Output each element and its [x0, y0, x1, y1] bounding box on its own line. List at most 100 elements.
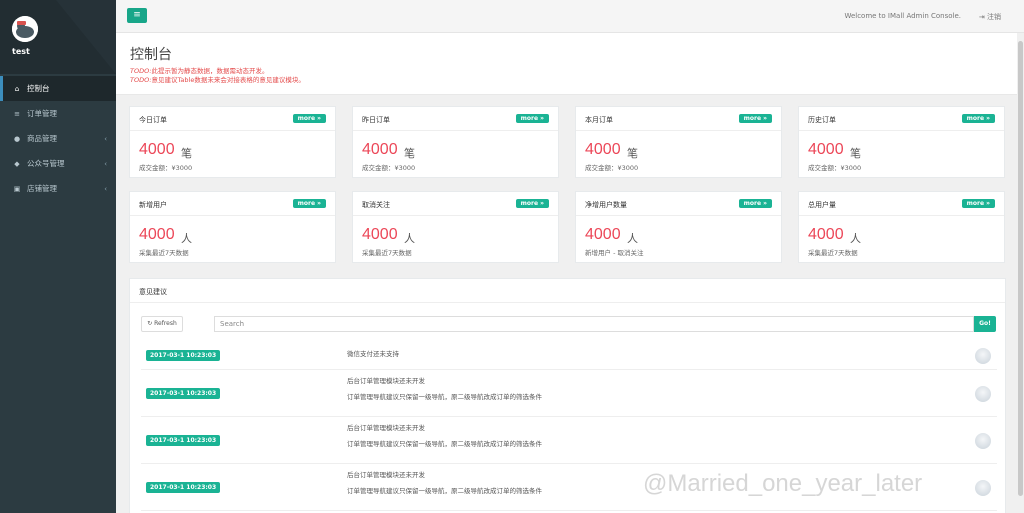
stat-subtext: 成交金额：¥3000 [362, 164, 416, 172]
stat-card-header: 昨日订单 more » [353, 107, 558, 131]
stat-value: 4000 [585, 226, 621, 243]
feedback-row[interactable]: 2017-03-1 10:23:03 后台订单管理模块还未开发订单管理导航建议只保… [141, 370, 997, 417]
stat-card: 今日订单 more » 4000 笔成交金额：¥3000 [129, 106, 336, 178]
page-header: 控制台 TODO:此提示暂为静态数据，数据需动态开发。 TODO:意见建议Tab… [116, 33, 1024, 95]
sidebar-item[interactable]: ⌂ 控制台 [0, 76, 116, 101]
feedback-title: 意见建议 [139, 288, 167, 296]
sidebar-item[interactable]: ● 商品管理 ‹ [0, 126, 116, 151]
avatar[interactable] [12, 16, 38, 42]
stat-unit: 人 [850, 232, 861, 245]
welcome-text: Welcome to IMall Admin Console. [844, 12, 961, 20]
stat-card-header: 本月订单 more » [576, 107, 781, 131]
date-badge: 2017-03-1 10:23:03 [146, 388, 221, 399]
sidebar-item[interactable]: ≡ 订单管理 [0, 101, 116, 126]
refresh-button[interactable]: ↻ Refresh [141, 316, 183, 332]
goods-icon: ● [13, 134, 21, 143]
stat-value: 4000 [139, 141, 175, 158]
user-avatar[interactable] [975, 433, 991, 449]
feedback-header: 意见建议 [130, 279, 1005, 303]
home-icon: ⌂ [14, 84, 20, 93]
stat-value: 4000 [362, 141, 398, 158]
feedback-title-line: 微信支付还未支持 [347, 350, 399, 358]
stat-value: 4000 [139, 226, 175, 243]
sidebar-menu: ⌂ 控制台 ≡ 订单管理 ● 商品管理 ‹ ◆ 公众号管理 ‹ ▣ 店铺管理 ‹ [0, 76, 116, 201]
date-badge: 2017-03-1 10:23:03 [146, 482, 221, 493]
more-button[interactable]: more » [515, 114, 549, 123]
chevron-left-icon: ‹ [104, 159, 107, 168]
more-button[interactable]: more » [961, 114, 995, 123]
more-button[interactable]: more » [738, 114, 772, 123]
date-badge: 2017-03-1 10:23:03 [146, 350, 221, 361]
feedback-message: 后台订单管理模块还未开发订单管理导航建议只保留一级导航，原二级导航改成订单的筛选… [347, 420, 542, 452]
stat-unit: 人 [404, 232, 415, 245]
stat-unit: 笔 [404, 147, 415, 160]
stat-value: 4000 [808, 141, 844, 158]
sidebar-header: test [0, 0, 116, 74]
more-button[interactable]: more » [292, 114, 326, 123]
feedback-message: 后台订单管理模块还未开发订单管理导航建议只保留一级导航，原二级导航改成订单的筛选… [347, 373, 542, 405]
feedback-row[interactable]: 2017-03-1 10:23:03 后台订单管理模块还未开发订单管理导航建议只保… [141, 417, 997, 464]
date-badge: 2017-03-1 10:23:03 [146, 435, 221, 446]
more-button[interactable]: more » [292, 199, 326, 208]
stat-card: 新增用户 more » 4000 人采集最近7天数据 [129, 191, 336, 263]
more-button[interactable]: more » [738, 199, 772, 208]
feedback-detail-line: 订单管理导航建议只保留一级导航，原二级导航改成订单的筛选条件 [347, 440, 542, 448]
feedback-message: 后台订单管理模块还未开发 订单管理导航建议只保留一级导航，原二级导航改成订单的筛选… [347, 467, 542, 499]
go-button[interactable]: Go! [974, 316, 996, 332]
stat-value: 4000 [585, 141, 621, 158]
stat-unit: 人 [627, 232, 638, 245]
stat-subtext: 采集最近7天数据 [808, 249, 858, 257]
logout-label: 注销 [987, 13, 1001, 21]
stat-card: 昨日订单 more » 4000 笔成交金额：¥3000 [352, 106, 559, 178]
feedback-title-line: 后台订单管理模块还未开发 [347, 471, 425, 479]
sidebar-item[interactable]: ▣ 店铺管理 ‹ [0, 176, 116, 201]
stat-value: 4000 [362, 226, 398, 243]
stat-card-header: 总用户量 more » [799, 192, 1004, 216]
stat-value: 4000 [808, 226, 844, 243]
watermark: @Married_one_year_later [643, 470, 923, 497]
page-scrollbar[interactable] [1017, 33, 1024, 513]
more-button[interactable]: more » [961, 199, 995, 208]
todo-note-2: TODO:意见建议Table数据未来会对接表格的意见建议模块。 [130, 76, 305, 84]
stat-card-title: 本月订单 [585, 116, 613, 124]
user-avatar[interactable] [975, 386, 991, 402]
stat-unit: 笔 [181, 147, 192, 160]
stat-card: 本月订单 more » 4000 笔成交金额：¥3000 [575, 106, 782, 178]
user-avatar[interactable] [975, 348, 991, 364]
more-button[interactable]: more » [515, 199, 549, 208]
wechat-icon: ◆ [14, 159, 20, 168]
sidebar-item-label: 订单管理 [27, 109, 57, 118]
stat-subtext: 采集最近7天数据 [139, 249, 189, 257]
feedback-title-line: 后台订单管理模块还未开发 [347, 424, 425, 432]
logout-icon: ⇥ [978, 13, 985, 21]
page-title: 控制台 [130, 47, 172, 63]
search-input[interactable]: Search [214, 316, 974, 332]
stat-subtext: 成交金额：¥3000 [808, 164, 862, 172]
stat-card-title: 新增用户 [139, 201, 167, 209]
stat-card-title: 历史订单 [808, 116, 836, 124]
sidebar-item-label: 店铺管理 [27, 184, 57, 193]
refresh-icon: ↻ [147, 320, 153, 327]
feedback-message: 微信支付还未支持 [347, 346, 399, 362]
stat-card: 总用户量 more » 4000 人采集最近7天数据 [798, 191, 1005, 263]
logout-link[interactable]: ⇥ 注销 [979, 12, 1001, 22]
menu-toggle-button[interactable]: ≡ [127, 8, 147, 23]
stat-card-header: 新增用户 more » [130, 192, 335, 216]
stat-subtext: 新增用户 - 取消关注 [585, 249, 644, 257]
stat-unit: 笔 [850, 147, 861, 160]
feedback-title-line: 后台订单管理模块还未开发 [347, 377, 425, 385]
feedback-detail-line: 订单管理导航建议只保留一级导航，原二级导航改成订单的筛选条件 [347, 393, 542, 401]
stat-card-title: 取消关注 [362, 201, 390, 209]
stat-card-title: 今日订单 [139, 116, 167, 124]
stat-card-title: 净增用户数量 [585, 201, 627, 209]
stat-card: 取消关注 more » 4000 人采集最近7天数据 [352, 191, 559, 263]
list-icon: ≡ [14, 109, 20, 118]
stat-unit: 笔 [627, 147, 638, 160]
user-avatar[interactable] [975, 480, 991, 496]
sidebar-username: test [12, 47, 30, 56]
sidebar-item[interactable]: ◆ 公众号管理 ‹ [0, 151, 116, 176]
feedback-row[interactable]: 2017-03-1 10:23:03 微信支付还未支持 [141, 341, 997, 370]
chevron-left-icon: ‹ [104, 134, 107, 143]
stat-card-header: 历史订单 more » [799, 107, 1004, 131]
stat-card-header: 取消关注 more » [353, 192, 558, 216]
